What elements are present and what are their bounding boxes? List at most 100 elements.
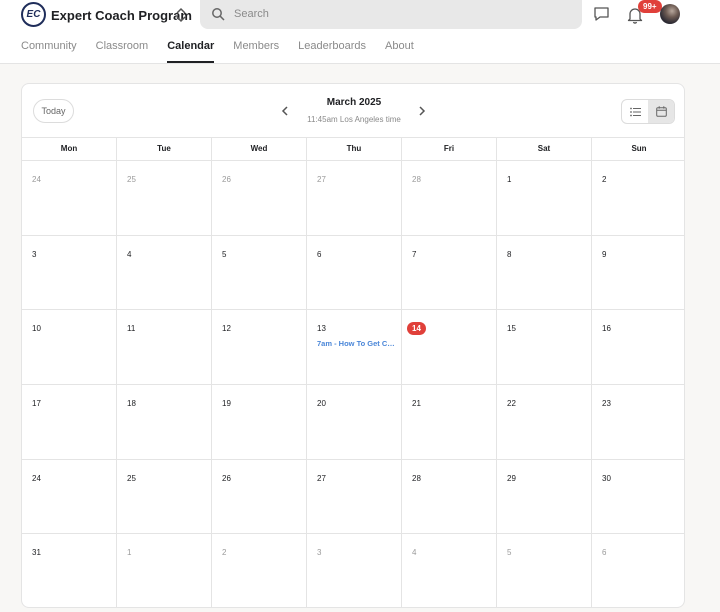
today-badge: 14 — [407, 322, 426, 336]
chevron-right-icon[interactable] — [416, 105, 428, 117]
calendar-view-button[interactable] — [648, 100, 674, 123]
day-number: 28 — [412, 473, 421, 483]
day-cell[interactable]: 24 — [22, 459, 117, 534]
day-cell[interactable]: 23 — [592, 385, 684, 459]
day-number: 8 — [507, 249, 512, 259]
day-number: 16 — [602, 324, 611, 334]
day-cell[interactable]: 30 — [592, 460, 684, 534]
day-number: 4 — [127, 249, 132, 259]
list-icon — [629, 107, 641, 116]
week-row: 3 4 5 6 7 8 9 — [22, 235, 684, 311]
day-cell[interactable]: 2 — [592, 161, 684, 235]
day-cell[interactable]: 27 — [307, 459, 402, 534]
day-cell[interactable]: 28 — [402, 459, 497, 534]
day-cell[interactable]: 5 — [497, 534, 592, 607]
tab-classroom[interactable]: Classroom — [96, 39, 149, 63]
day-number: 26 — [222, 175, 231, 184]
today-button[interactable]: Today — [33, 99, 74, 123]
day-number: 27 — [317, 473, 326, 483]
chat-icon[interactable] — [593, 6, 610, 22]
tab-leaderboards[interactable]: Leaderboards — [298, 39, 366, 63]
day-cell[interactable]: 9 — [592, 236, 684, 310]
day-cell[interactable]: 3 — [22, 235, 117, 310]
day-cell[interactable]: 6 — [592, 534, 684, 607]
day-cell[interactable]: 7 — [402, 235, 497, 310]
calendar-card: Today March 2025 11:45am Los Angeles tim… — [21, 83, 685, 608]
day-cell[interactable]: 29 — [497, 459, 592, 534]
week-row: 31 1 2 3 4 5 6 — [22, 534, 684, 607]
day-cell[interactable]: 24 — [22, 161, 117, 235]
search-input[interactable] — [234, 4, 564, 24]
group-name[interactable]: Expert Coach Program — [51, 8, 192, 23]
day-cell[interactable]: 26 — [212, 161, 307, 235]
day-cell[interactable]: 6 — [307, 235, 402, 310]
chevron-left-icon[interactable] — [279, 105, 291, 117]
day-number: 22 — [507, 399, 516, 409]
day-number: 1 — [507, 175, 512, 184]
day-number: 29 — [507, 473, 516, 483]
notification-badge: 99+ — [638, 0, 662, 13]
day-cell[interactable]: 21 — [402, 385, 497, 459]
chevron-up-down-icon[interactable] — [174, 6, 188, 24]
day-cell[interactable]: 25 — [117, 459, 212, 534]
day-cell[interactable]: 11 — [117, 310, 212, 385]
day-cell[interactable]: 1 — [497, 161, 592, 235]
day-cell[interactable]: 13 7am - How To Get Clients — [307, 310, 402, 385]
day-number: 2 — [602, 175, 607, 184]
day-cell[interactable]: 10 — [22, 310, 117, 385]
calendar-icon — [655, 106, 667, 117]
day-number: 7 — [412, 249, 417, 259]
day-number: 25 — [127, 175, 136, 184]
day-cell[interactable]: 19 — [212, 385, 307, 459]
day-cell[interactable]: 31 — [22, 534, 117, 607]
day-number: 4 — [412, 548, 417, 558]
weekday-header: Mon Tue Wed Thu Fri Sat Sun — [22, 137, 684, 161]
tab-about[interactable]: About — [385, 39, 414, 63]
day-cell[interactable]: 15 — [497, 310, 592, 385]
day-cell[interactable]: 8 — [497, 235, 592, 310]
day-number: 6 — [317, 249, 322, 259]
day-cell[interactable]: 26 — [212, 459, 307, 534]
day-number: 30 — [602, 473, 611, 483]
day-cell[interactable]: 27 — [307, 161, 402, 235]
weekday-label: Sat — [497, 138, 592, 160]
day-number: 24 — [32, 473, 41, 483]
list-view-button[interactable] — [622, 100, 648, 123]
day-cell[interactable]: 5 — [212, 235, 307, 310]
day-cell[interactable]: 2 — [212, 534, 307, 607]
day-cell[interactable]: 18 — [117, 385, 212, 459]
day-cell[interactable]: 28 — [402, 161, 497, 235]
day-cell[interactable]: 3 — [307, 534, 402, 607]
nav-tabs: Community Classroom Calendar Members Lea… — [21, 39, 433, 64]
day-cell[interactable]: 17 — [22, 385, 117, 459]
day-cell[interactable]: 22 — [497, 385, 592, 459]
day-number: 5 — [222, 249, 227, 259]
week-row: 24 25 26 27 28 29 30 — [22, 459, 684, 535]
day-number: 20 — [317, 399, 326, 409]
tab-community[interactable]: Community — [21, 39, 77, 63]
calendar-grid: Mon Tue Wed Thu Fri Sat Sun 24 25 26 27 28 1 2… — [22, 137, 684, 607]
calendar-weeks: 24 25 26 27 28 1 2 3 4 5 6 7 8 9 10 11 12 13 7am - How To … — [22, 161, 684, 607]
week-row: 10 11 12 13 7am - How To Get Clients 14 15 16 — [22, 310, 684, 386]
weekday-label: Fri — [402, 138, 497, 160]
day-cell[interactable]: 16 — [592, 310, 684, 384]
day-number: 15 — [507, 324, 516, 334]
day-cell[interactable]: 4 — [117, 235, 212, 310]
day-cell[interactable]: 20 — [307, 385, 402, 459]
day-cell[interactable]: 1 — [117, 534, 212, 607]
day-cell[interactable]: 12 — [212, 310, 307, 385]
day-number: 17 — [32, 399, 41, 409]
calendar-event[interactable]: 7am - How To Get Clients — [317, 339, 395, 348]
tab-calendar[interactable]: Calendar — [167, 39, 215, 63]
day-number: 26 — [222, 473, 231, 483]
week-row: 24 25 26 27 28 1 2 — [22, 161, 684, 236]
view-toggle — [621, 99, 675, 124]
tab-members[interactable]: Members — [233, 39, 279, 63]
day-number: 6 — [602, 548, 607, 558]
day-cell[interactable]: 4 — [402, 534, 497, 607]
day-number: 1 — [127, 548, 132, 558]
day-cell[interactable]: 25 — [117, 161, 212, 235]
group-logo[interactable]: EC — [21, 2, 46, 27]
day-cell-today[interactable]: 14 — [402, 310, 497, 385]
avatar[interactable] — [660, 4, 680, 24]
